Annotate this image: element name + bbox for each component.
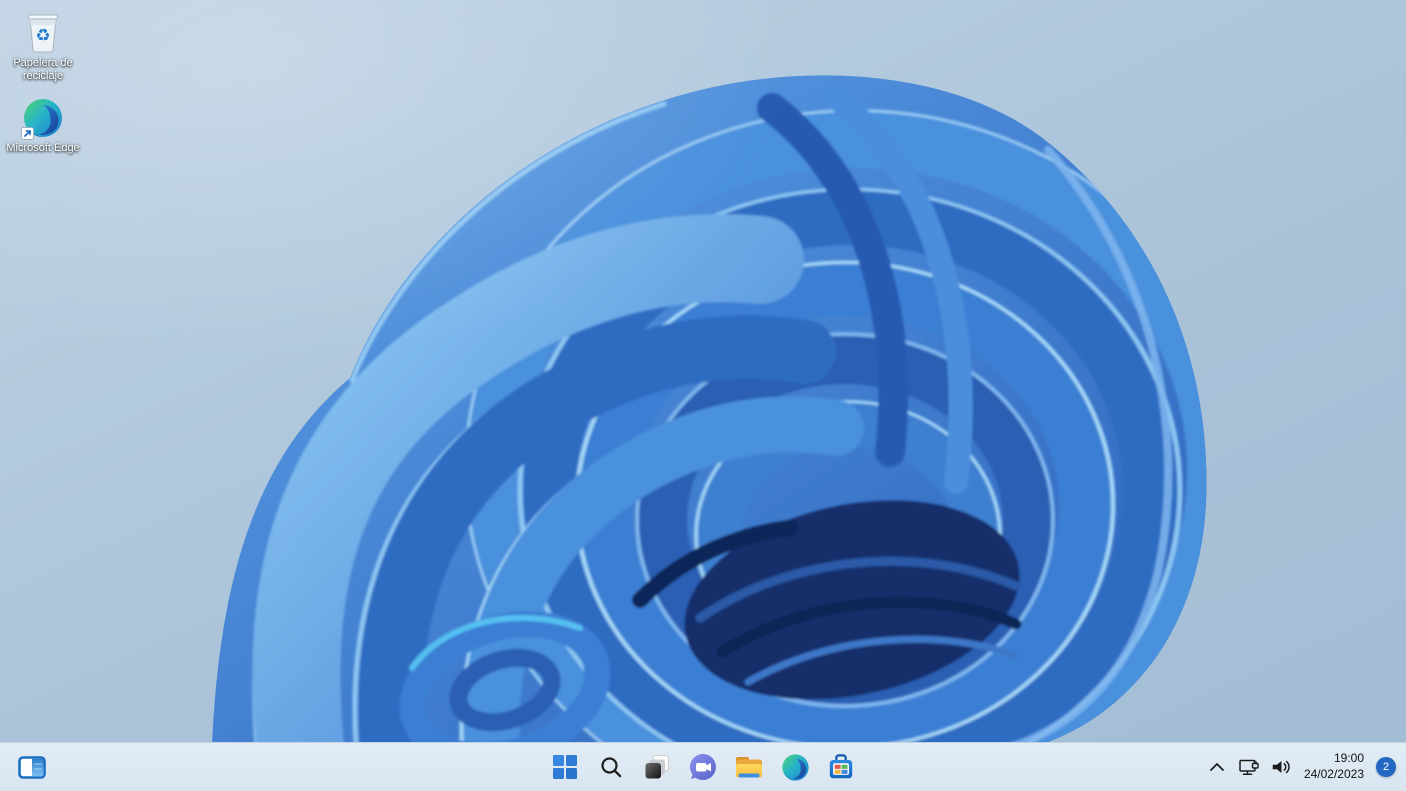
system-tray: 19:00 24/02/2023 2 — [1202, 743, 1398, 791]
notification-badge[interactable]: 2 — [1376, 757, 1396, 777]
chat-button[interactable] — [683, 747, 723, 787]
widgets-button[interactable] — [12, 747, 52, 787]
clock-date: 24/02/2023 — [1303, 767, 1364, 781]
microsoft-store-icon — [829, 754, 853, 779]
wired-network-icon — [1239, 759, 1259, 775]
desktop-icon-label: Papelera de reciclaje — [13, 57, 73, 83]
search-button[interactable] — [591, 747, 631, 787]
show-hidden-icons-button[interactable] — [1202, 749, 1232, 785]
desktop: ♻ Papelera de reciclaje Microsoft Edge 1… — [0, 0, 1406, 791]
svg-text:♻: ♻ — [35, 26, 50, 46]
task-view-icon — [645, 755, 669, 779]
windows-start-icon — [553, 755, 577, 779]
volume-icon — [1272, 760, 1290, 774]
volume-button[interactable] — [1266, 749, 1296, 785]
microsoft-edge-icon — [781, 753, 809, 781]
recycle-bin-icon: ♻ — [28, 14, 58, 53]
store-button[interactable] — [821, 747, 861, 787]
chevron-up-icon — [1210, 763, 1224, 771]
bloom-wallpaper — [212, 75, 1207, 745]
edge-button[interactable] — [775, 747, 815, 787]
clock[interactable]: 19:00 24/02/2023 — [1298, 749, 1370, 784]
search-icon — [601, 757, 622, 778]
desktop-icon-recycle-bin[interactable]: ♻ Papelera de reciclaje — [4, 8, 82, 85]
clock-time: 19:00 — [1333, 751, 1364, 766]
widgets-icon — [18, 755, 46, 779]
desktop-icon-label: Microsoft Edge — [6, 142, 80, 155]
network-button[interactable] — [1234, 749, 1264, 785]
start-button[interactable] — [545, 747, 585, 787]
desktop-icon-area: ♻ Papelera de reciclaje Microsoft Edge — [4, 8, 82, 158]
file-explorer-icon — [736, 757, 762, 778]
desktop-icon-microsoft-edge[interactable]: Microsoft Edge — [4, 95, 82, 157]
shortcut-arrow-icon — [21, 127, 34, 141]
task-view-button[interactable] — [637, 747, 677, 787]
teams-chat-icon — [689, 754, 716, 780]
taskbar: 19:00 24/02/2023 2 — [0, 742, 1406, 791]
file-explorer-button[interactable] — [729, 747, 769, 787]
taskbar-center-buttons — [545, 747, 861, 787]
